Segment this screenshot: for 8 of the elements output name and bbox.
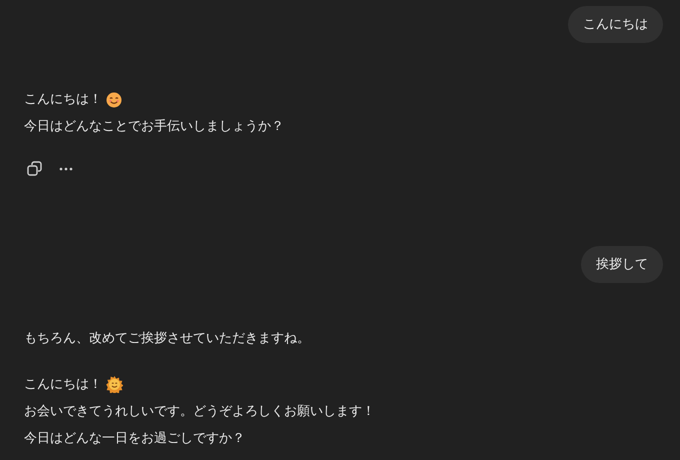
user-message: 挨拶して xyxy=(581,246,663,283)
reply-text: もちろん、改めてご挨拶させていただきますね。 xyxy=(24,330,310,348)
reply-text: お会いできてうれしいです。どうぞよろしくお願いします！ xyxy=(24,403,375,421)
reply-text: 今日はどんなことでお手伝いしましょうか？ xyxy=(24,118,284,136)
user-message: こんにちは xyxy=(568,6,663,43)
reply-text: こんにちは！ xyxy=(24,376,102,394)
reply-text: 今日はどんな一日をお過ごしですか？ xyxy=(24,430,245,448)
reply-text: こんにちは！ xyxy=(24,91,102,109)
